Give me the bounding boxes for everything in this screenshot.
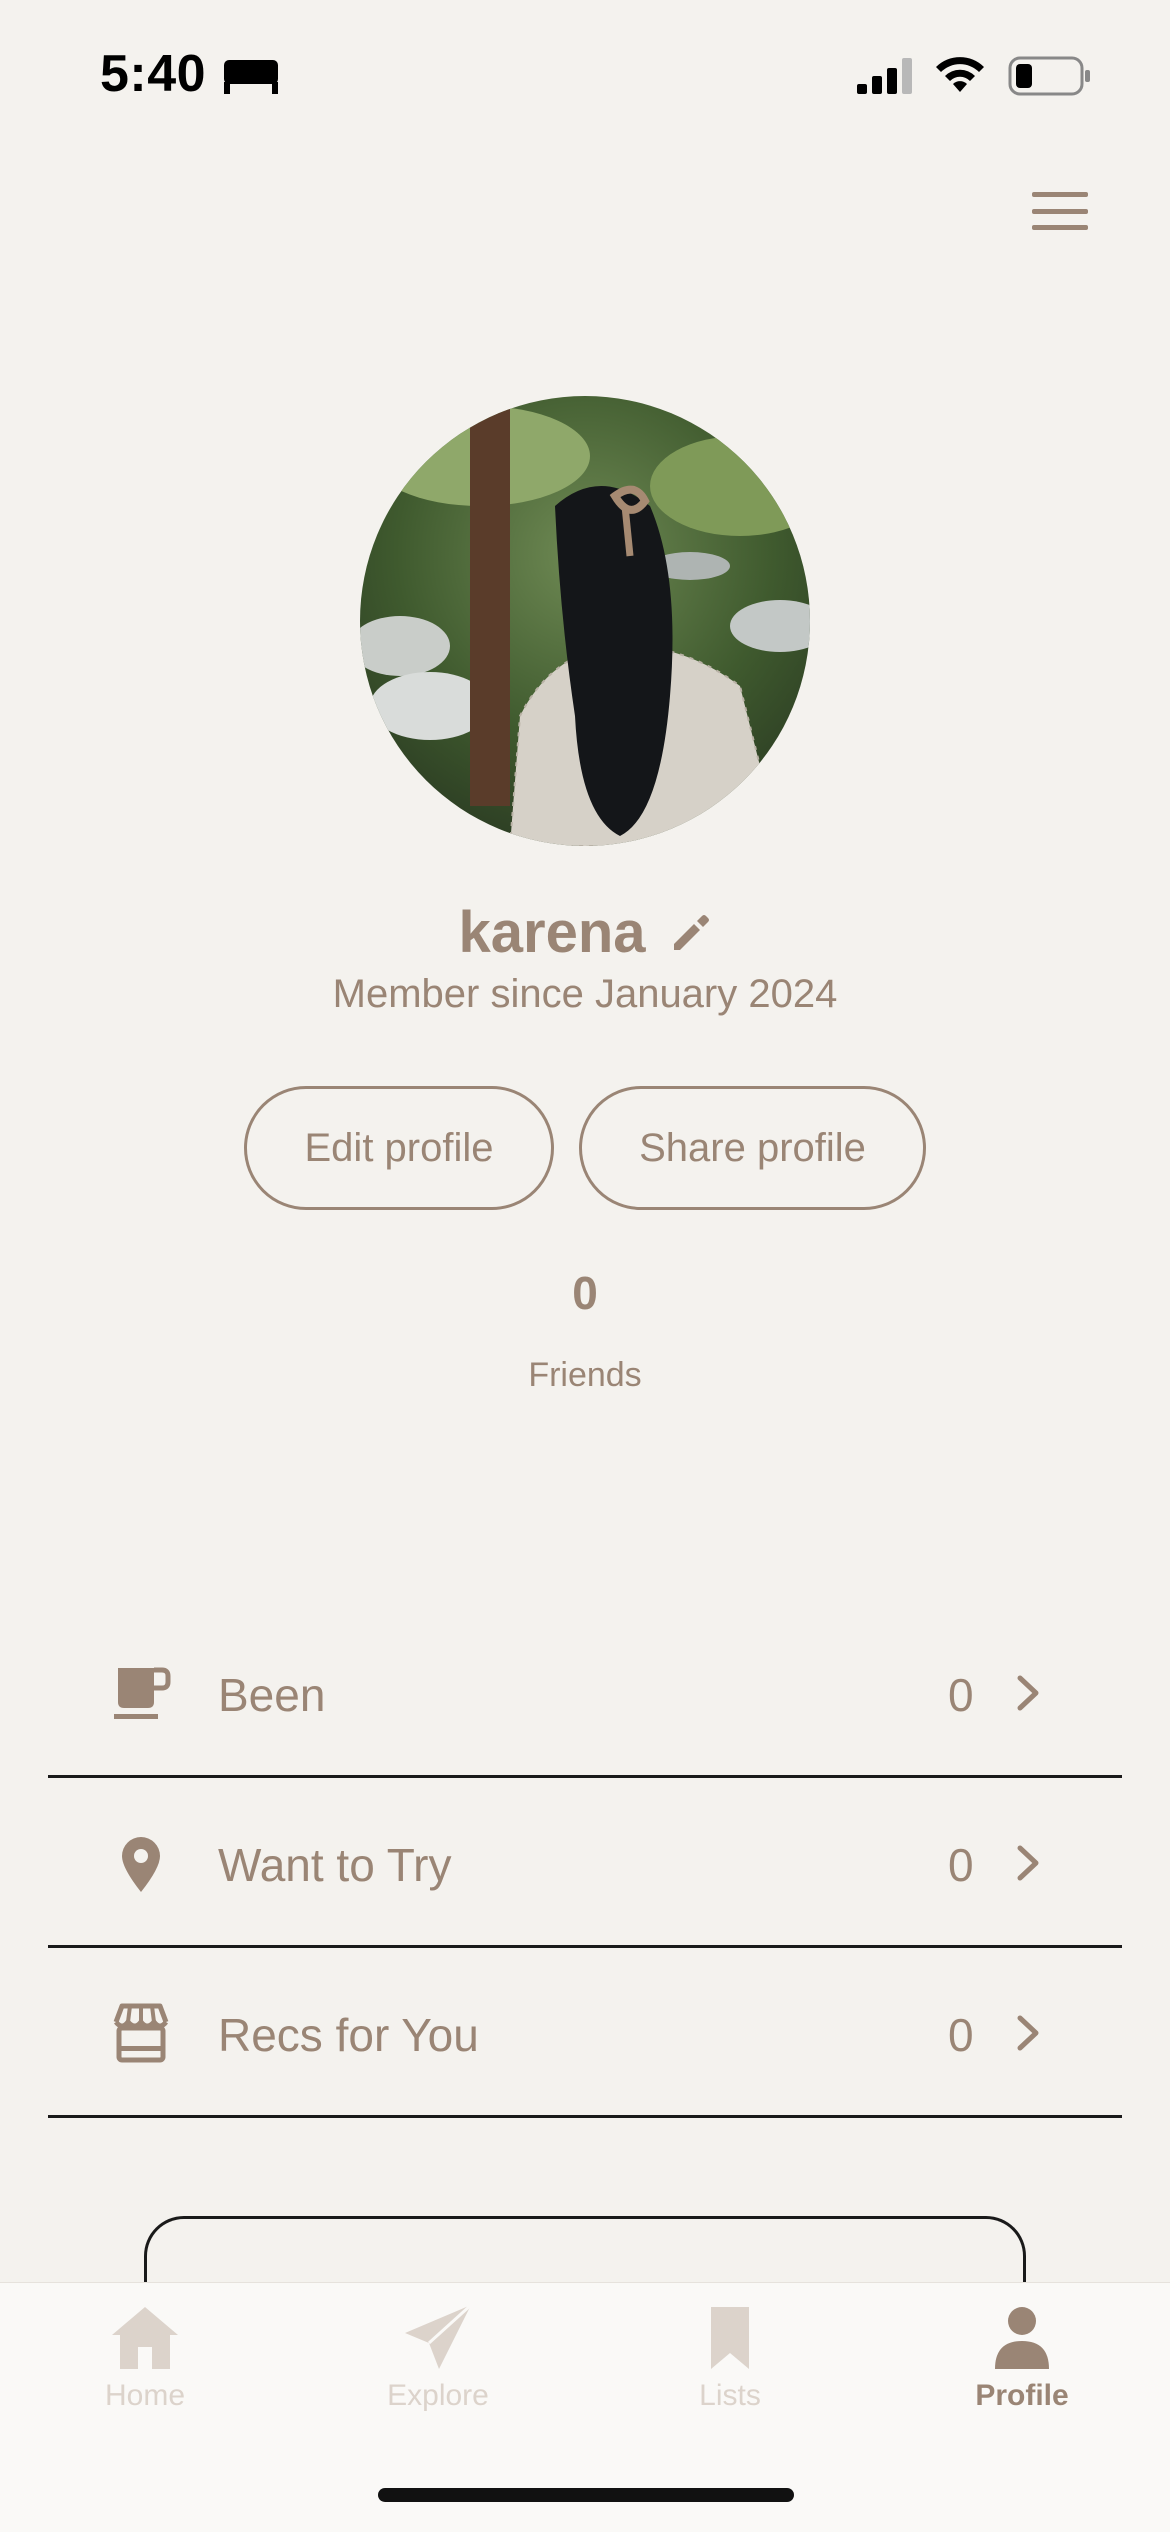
list-row-been[interactable]: Been 0 (48, 1608, 1122, 1778)
chevron-right-icon (1017, 2015, 1039, 2051)
share-profile-button[interactable]: Share profile (579, 1086, 926, 1210)
friends-label[interactable]: Friends (0, 1356, 1170, 1395)
chevron-right-icon (1017, 1845, 1039, 1881)
pencil-icon[interactable] (668, 912, 712, 956)
row-label-recs-for-you: Recs for You (218, 2009, 479, 2061)
tab-explore[interactable]: Explore (338, 2303, 538, 2423)
menu-line (1032, 208, 1088, 214)
username: karena (458, 899, 646, 965)
home-indicator[interactable] (378, 2488, 794, 2502)
menu-line (1032, 192, 1088, 197)
avatar[interactable] (360, 396, 810, 846)
row-label-want-to-try: Want to Try (218, 1839, 452, 1891)
status-bar: 5:40 (0, 0, 1170, 150)
cellular-signal-icon (857, 58, 912, 94)
person-icon (995, 2307, 1049, 2369)
map-pin-icon (122, 1837, 160, 1892)
row-label-been: Been (218, 1669, 326, 1721)
bookmark-icon (711, 2307, 749, 2369)
wifi-icon (936, 57, 984, 92)
profile-screen: 5:40 karena Member since January 2024 Ed… (0, 0, 1170, 2532)
row-count-recs-for-you: 0 (948, 2009, 974, 2061)
member-since-text: Member since January 2024 (332, 972, 838, 1016)
hamburger-menu-icon[interactable] (1030, 186, 1090, 236)
list-row-want-to-try[interactable]: Want to Try 0 (48, 1778, 1122, 1948)
tab-lists[interactable]: Lists (630, 2303, 830, 2423)
chevron-right-icon (1017, 1675, 1039, 1711)
home-icon (112, 2307, 178, 2369)
tab-label-lists: Lists (699, 2379, 761, 2412)
friends-count[interactable]: 0 (0, 1266, 1170, 1320)
tab-label-explore: Explore (387, 2379, 489, 2412)
list-row-recs-for-you[interactable]: Recs for You 0 (48, 1948, 1122, 2118)
storefront-icon (113, 2003, 169, 2063)
tab-label-home: Home (104, 2379, 186, 2412)
tab-label-profile: Profile (975, 2379, 1069, 2412)
tab-profile[interactable]: Profile (922, 2303, 1122, 2423)
username-row: karena (0, 892, 1170, 972)
row-count-been: 0 (948, 1669, 974, 1721)
menu-line (1032, 225, 1088, 230)
tab-home[interactable]: Home (45, 2303, 245, 2423)
bed-icon (224, 60, 278, 94)
battery-icon (1008, 56, 1090, 96)
paper-plane-icon (405, 2303, 473, 2369)
status-time: 5:40 (100, 45, 207, 103)
row-count-want-to-try: 0 (948, 1839, 974, 1891)
coffee-cup-icon (114, 1667, 171, 1719)
edit-profile-button[interactable]: Edit profile (244, 1086, 554, 1210)
